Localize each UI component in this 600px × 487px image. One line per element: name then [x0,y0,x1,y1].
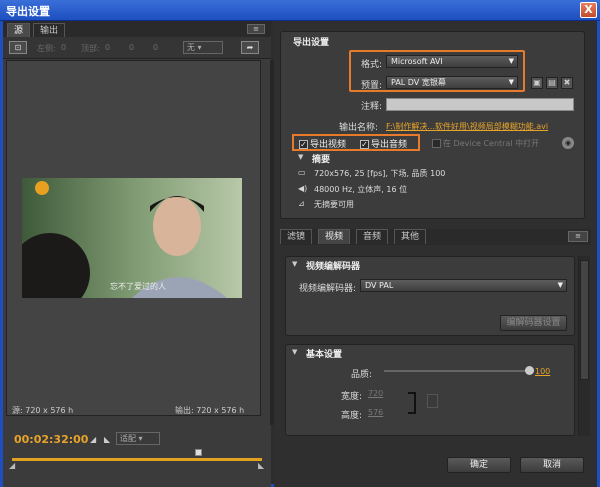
chain-link-icon[interactable] [427,394,438,408]
timeline-track[interactable] [12,458,262,461]
chevron-down-icon: ▼ [508,57,514,65]
crop-top-label: 顶部: [81,44,100,53]
quality-slider-knob[interactable] [525,366,534,375]
audio-icon: ◀) [298,184,308,193]
preset-label: 预置: [360,81,382,91]
chevron-down-icon: ▼ [557,281,563,289]
crop-right-value[interactable]: 0 [129,43,134,52]
timecode[interactable]: 00:02:32:00 [14,433,88,446]
source-info: 源: 720 x 576 h [12,406,74,415]
crop-ratio-value: 无 [187,43,195,52]
summary-audio: 48000 Hz, 立体声, 16 位 [314,185,408,194]
width-value[interactable]: 720 [368,389,383,398]
device-central-checkbox[interactable]: 在 Device Central 中打开 [432,138,539,149]
in-point-icon[interactable]: ◢ [9,461,15,470]
collapse-triangle-icon[interactable]: ▼ [292,348,297,356]
comment-label: 注释: [360,102,382,112]
basic-settings-header: 基本设置 [306,350,343,360]
fit-value: 适配 [120,434,136,443]
checkbox-checked-icon: ✓ [360,140,369,149]
crop-bottom-value[interactable]: 0 [153,43,158,52]
export-settings-header: 导出设置 [293,38,330,48]
crop-ratio-dropdown[interactable]: 无 ▾ [183,41,223,54]
video-still [22,178,242,298]
format-value: Microsoft AVI [391,57,443,66]
out-point-icon[interactable]: ◣ [258,461,264,470]
checkbox-checked-icon: ✓ [299,140,308,149]
panel-menu-icon[interactable]: ≡ [568,231,588,242]
crop-toolbar: ⊡ 左侧: 0 顶部: 0 0 0 无 ▾ ➦ [3,37,271,59]
summary-none: 无摘要可用 [314,200,354,209]
crop-icon[interactable]: ⊡ [9,41,27,54]
import-preset-icon[interactable]: ▤ [546,77,558,89]
preset-dropdown[interactable]: PAL DV 宽银幕 ▼ [386,76,518,89]
export-video-checkbox[interactable]: ✓ 导出视频 [299,137,346,150]
checkbox-empty-icon [432,139,441,148]
tab-video[interactable]: 视频 [318,229,351,244]
height-value[interactable]: 576 [368,408,383,417]
fit-dropdown[interactable]: 适配 ▾ [116,432,160,445]
crop-left-label: 左侧: [37,44,56,53]
source-tabs: 源 输出 ≡ [3,21,271,37]
output-name-link[interactable]: F:\制作解决...软件好用\视频局部模糊功能.avi [386,121,548,132]
settings-tabs: 滤镜 视频 音频 其他 ≡ [280,229,591,245]
output-name-label: 输出名称: [338,123,378,133]
delete-preset-icon[interactable]: ✖ [561,77,573,89]
collapse-triangle-icon[interactable]: ▼ [298,153,303,161]
cancel-button[interactable]: 取消 [520,457,584,473]
format-label: 格式: [360,60,382,70]
codec-header: 视频编解码器 [306,262,361,272]
tab-filters[interactable]: 滤镜 [280,229,313,244]
export-video-label: 导出视频 [310,140,347,150]
chart-icon: ⊿ [298,199,305,208]
quality-label: 品质: [350,370,372,380]
close-button[interactable]: X [580,2,597,18]
set-in-icon[interactable]: ◢ [90,435,96,444]
format-dropdown[interactable]: Microsoft AVI ▼ [386,55,518,68]
swap-arrow-icon[interactable]: ➦ [241,41,259,54]
export-audio-checkbox[interactable]: ✓ 导出音频 [360,137,407,150]
crop-left-value[interactable]: 0 [61,43,66,52]
playhead[interactable] [195,449,202,456]
output-info: 输出: 720 x 576 h [175,406,245,415]
comment-input[interactable] [386,98,574,111]
chevron-down-icon: ▼ [508,78,514,86]
tab-source[interactable]: 源 [7,23,31,37]
quality-value[interactable]: 100 [535,367,550,376]
preset-value: PAL DV 宽银幕 [391,78,446,87]
crop-top-value[interactable]: 0 [105,43,110,52]
panel-menu-icon[interactable]: ≡ [247,24,265,34]
codec-dropdown[interactable]: DV PAL ▼ [360,279,567,292]
summary-video: 720x576, 25 [fps], 下场, 品质 100 [314,169,446,178]
ok-button[interactable]: 确定 [447,457,511,473]
scrollbar-thumb[interactable] [580,260,589,380]
height-label: 高度: [340,411,362,421]
video-icon: ▭ [298,168,306,177]
tab-audio[interactable]: 音频 [356,229,389,244]
summary-header: 摘要 [312,155,331,165]
save-preset-icon[interactable]: ▣ [531,77,543,89]
tab-output[interactable]: 输出 [33,23,66,37]
codec-value: DV PAL [365,281,394,290]
device-central-icon[interactable]: ◉ [562,137,574,149]
window-title: 导出设置 [6,5,50,18]
video-subtitle: 忘不了爱过的人 [110,282,166,291]
export-audio-label: 导出音频 [371,140,408,150]
link-bracket [408,392,416,414]
quality-slider[interactable] [384,370,530,372]
tab-other[interactable]: 其他 [394,229,427,244]
width-label: 宽度: [340,392,362,402]
title-bar: 导出设置 X [0,0,600,21]
collapse-triangle-icon[interactable]: ▼ [292,260,297,268]
device-central-label: 在 Device Central 中打开 [443,139,540,148]
settings-scrollbar[interactable] [578,256,590,436]
set-out-icon[interactable]: ◣ [104,435,110,444]
codec-label: 视频编解码器: [298,284,356,294]
video-frame: 忘不了爱过的人 [22,178,242,298]
codec-settings-button[interactable]: 编解码器设置 [500,315,567,331]
